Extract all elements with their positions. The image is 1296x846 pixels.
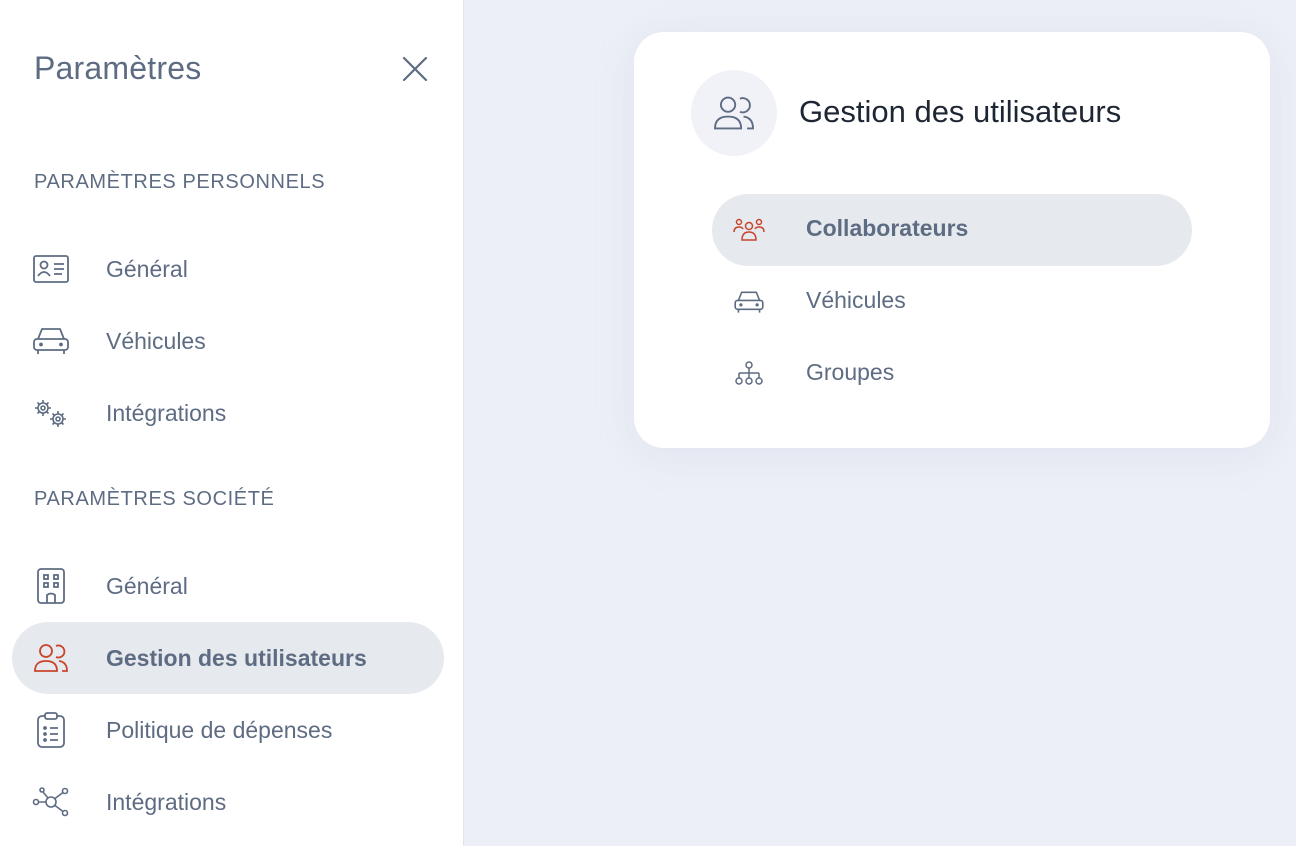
gears-icon — [32, 395, 70, 431]
users-icon — [714, 96, 754, 130]
card-avatar — [691, 70, 777, 156]
card-item-label: Groupes — [806, 359, 895, 385]
sidebar-item-label: Véhicules — [106, 327, 206, 354]
sidebar-item-user-management[interactable]: Gestion des utilisateurs — [12, 622, 444, 694]
car-icon — [732, 288, 766, 316]
sidebar-item-label: Intégrations — [106, 788, 227, 815]
network-icon — [32, 784, 70, 820]
sidebar-item-company-integrations[interactable]: Intégrations — [12, 766, 444, 838]
sidebar-item-label: Politique de dépenses — [106, 716, 333, 743]
close-button[interactable] — [398, 52, 432, 86]
company-settings-heading: PARAMÈTRES SOCIÉTÉ — [34, 488, 275, 510]
clipboard-icon — [32, 712, 70, 748]
sidebar-item-label: Général — [106, 572, 188, 599]
card-item-vehicles[interactable]: Véhicules — [712, 266, 1192, 338]
users-icon — [32, 640, 70, 676]
card-item-groups[interactable]: Groupes — [712, 338, 1192, 410]
sidebar-title: Paramètres — [34, 50, 202, 86]
card-item-label: Collaborateurs — [806, 215, 969, 241]
sidebar-item-company-general[interactable]: Général — [12, 550, 444, 622]
user-management-card: Gestion des utilisateurs Collaborateurs — [634, 32, 1270, 448]
sidebar-item-label: Intégrations — [106, 399, 227, 426]
org-chart-icon — [732, 360, 766, 388]
sidebar-item-label: Général — [106, 255, 188, 282]
car-icon — [32, 323, 70, 359]
card-item-label: Véhicules — [806, 287, 906, 313]
settings-sidebar: Paramètres PARAMÈTRES PERSONNELS Général — [0, 0, 464, 846]
id-card-icon — [32, 251, 70, 287]
sidebar-item-personal-integrations[interactable]: Intégrations — [12, 377, 444, 449]
sidebar-item-personal-general[interactable]: Général — [12, 233, 444, 305]
close-icon — [402, 56, 428, 82]
sidebar-item-personal-vehicles[interactable]: Véhicules — [12, 305, 444, 377]
card-title: Gestion des utilisateurs — [799, 94, 1122, 129]
personal-settings-heading: PARAMÈTRES PERSONNELS — [34, 171, 326, 193]
card-item-collaborators[interactable]: Collaborateurs — [712, 194, 1192, 266]
sidebar-item-expense-policy[interactable]: Politique de dépenses — [12, 694, 444, 766]
sidebar-item-label: Gestion des utilisateurs — [106, 644, 367, 671]
building-icon — [32, 568, 70, 604]
team-icon — [732, 216, 766, 244]
